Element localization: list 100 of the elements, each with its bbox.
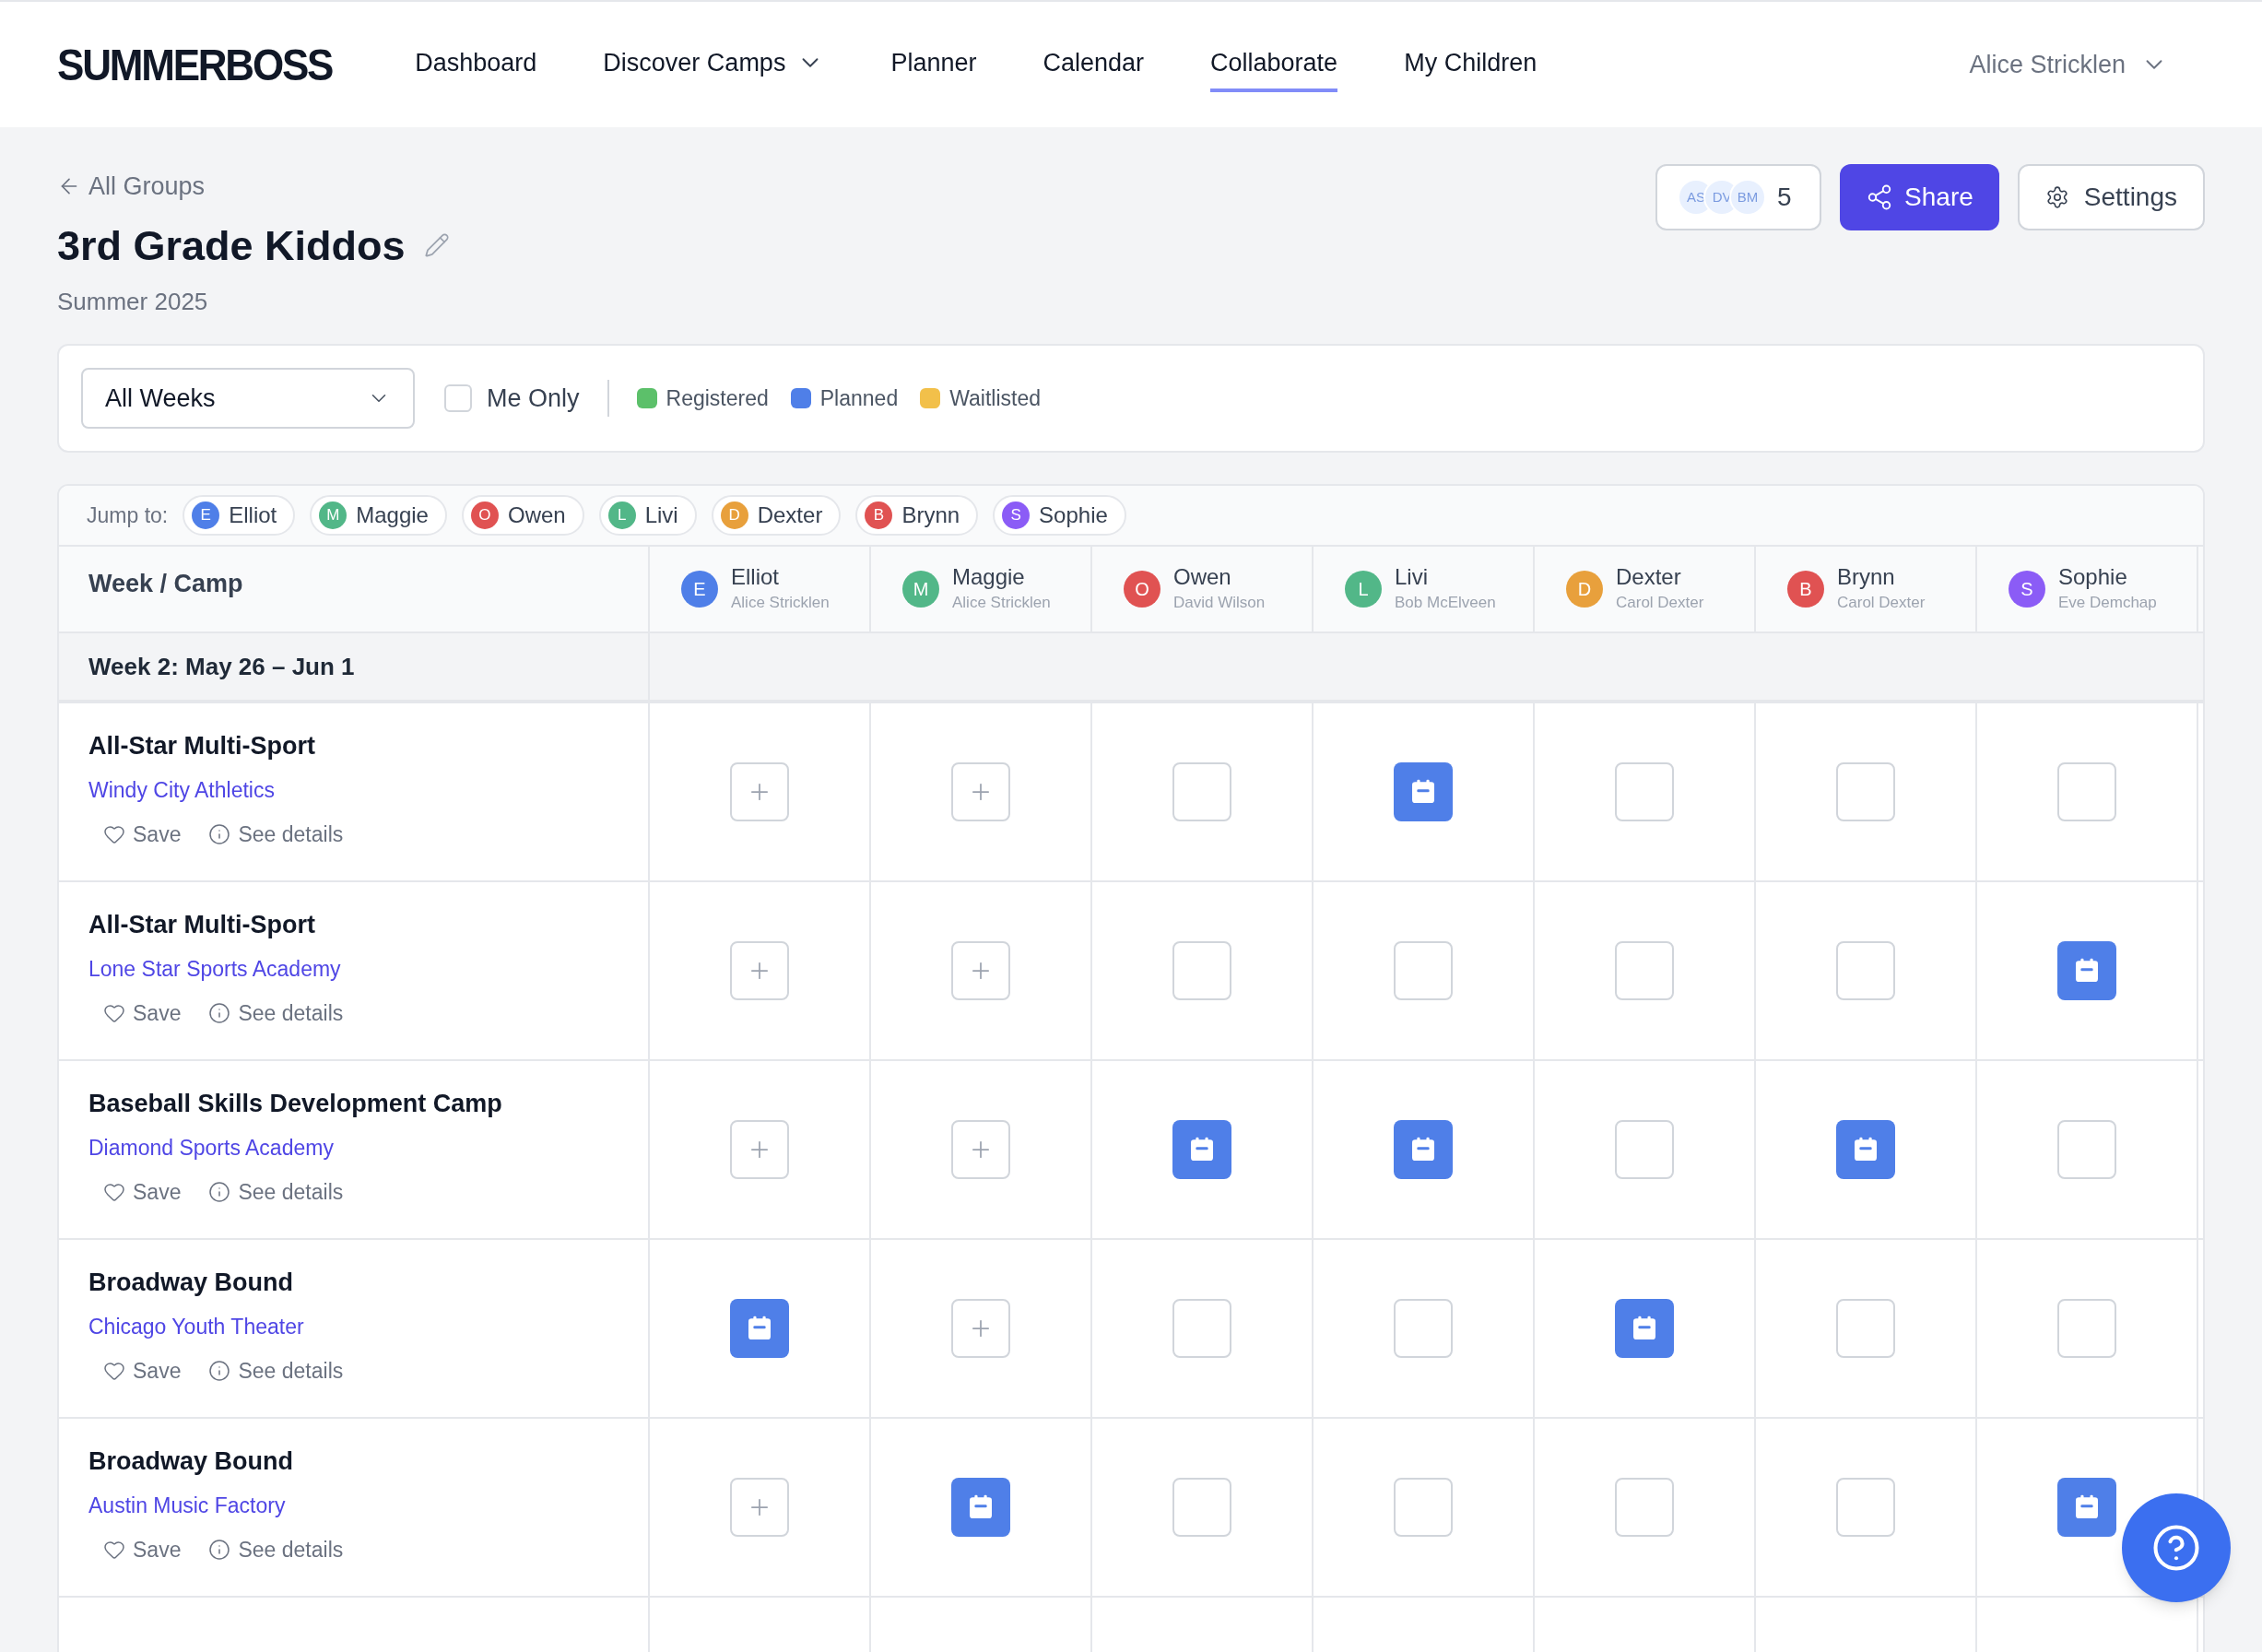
- provider-link[interactable]: Windy City Athletics: [88, 773, 619, 806]
- planned-button[interactable]: [2057, 1478, 2116, 1537]
- checkbox[interactable]: [444, 384, 472, 412]
- planned-button[interactable]: [2057, 941, 2116, 1000]
- planned-button[interactable]: [1836, 1120, 1895, 1179]
- column-header: Week / Camp: [88, 570, 243, 597]
- legend-label: Registered: [666, 384, 769, 412]
- planned-button[interactable]: [730, 1299, 789, 1358]
- child-name: Maggie: [952, 563, 1026, 592]
- empty-slot[interactable]: [1615, 1120, 1674, 1179]
- heart-icon: [103, 1360, 125, 1383]
- season-label: Summer 2025: [57, 287, 209, 317]
- empty-slot[interactable]: [1172, 1478, 1231, 1537]
- heart-icon: [103, 1539, 125, 1562]
- empty-slot[interactable]: [1615, 941, 1674, 1000]
- planned-button[interactable]: [1615, 1299, 1674, 1358]
- avatar-initial: E: [681, 571, 718, 608]
- details-button[interactable]: See details: [208, 1355, 344, 1387]
- empty-slot[interactable]: [1172, 1299, 1231, 1358]
- back-link[interactable]: All Groups: [57, 168, 450, 206]
- child-chip[interactable]: E Elliot: [183, 495, 296, 536]
- avatar-initial: O: [1124, 571, 1160, 608]
- add-button[interactable]: [951, 762, 1010, 821]
- add-button[interactable]: [730, 1120, 789, 1179]
- nav-link[interactable]: Collaborate: [1210, 36, 1338, 93]
- nav-link[interactable]: Calendar: [1043, 36, 1145, 93]
- save-button[interactable]: Save: [103, 819, 182, 851]
- empty-slot[interactable]: [2057, 762, 2116, 821]
- add-button[interactable]: [730, 1478, 789, 1537]
- empty-slot[interactable]: [1394, 941, 1453, 1000]
- avatar-initial: S: [1002, 502, 1031, 529]
- child-chip[interactable]: L Livi: [598, 495, 697, 536]
- save-button[interactable]: Save: [103, 1355, 182, 1387]
- add-button[interactable]: [951, 941, 1010, 1000]
- parent-name: Alice Stricklen: [731, 593, 830, 614]
- empty-slot[interactable]: [1394, 1299, 1453, 1358]
- pencil-icon: [423, 232, 450, 259]
- legend-label: Waitlisted: [949, 384, 1042, 412]
- week-label: Week 2: May 26 – Jun 1: [88, 651, 355, 682]
- details-button[interactable]: See details: [208, 1176, 344, 1209]
- empty-slot[interactable]: [2057, 1299, 2116, 1358]
- provider-link[interactable]: Austin Music Factory: [88, 1489, 619, 1521]
- week-select[interactable]: All Weeks: [81, 368, 415, 429]
- avatar-initial: B: [865, 502, 893, 529]
- add-button[interactable]: [730, 941, 789, 1000]
- child-chip[interactable]: M Maggie: [310, 495, 447, 536]
- info-icon: [208, 1539, 231, 1562]
- checkbox-label: Me Only: [487, 383, 580, 414]
- provider-link[interactable]: Lone Star Sports Academy: [88, 952, 619, 985]
- avatar-initial: O: [470, 502, 499, 529]
- camp-title: All-Star Multi-Sport: [88, 731, 316, 761]
- empty-slot[interactable]: [1836, 1299, 1895, 1358]
- provider-link[interactable]: Chicago Youth Theater: [88, 1310, 619, 1342]
- empty-slot[interactable]: [2057, 1120, 2116, 1179]
- help-icon: [2151, 1523, 2201, 1573]
- info-icon: [208, 1360, 231, 1383]
- save-button[interactable]: Save: [103, 1176, 182, 1209]
- add-button[interactable]: [951, 1299, 1010, 1358]
- add-button[interactable]: [730, 762, 789, 821]
- nav-link[interactable]: Discover Camps: [603, 36, 825, 93]
- user-menu[interactable]: Alice Stricklen: [1969, 45, 2168, 84]
- provider-link[interactable]: Diamond Sports Academy: [88, 1131, 619, 1163]
- details-button[interactable]: See details: [208, 1534, 344, 1566]
- settings-button[interactable]: Settings: [2017, 164, 2205, 230]
- nav-link[interactable]: Planner: [890, 36, 977, 93]
- empty-slot[interactable]: [1836, 1478, 1895, 1537]
- empty-slot[interactable]: [1836, 941, 1895, 1000]
- avatar-initial: B: [1787, 571, 1824, 608]
- nav-link[interactable]: Dashboard: [415, 36, 537, 93]
- logo[interactable]: SUMMERBOSS: [57, 30, 333, 99]
- save-button[interactable]: Save: [103, 997, 182, 1030]
- empty-slot[interactable]: [1615, 762, 1674, 821]
- child-name: Dexter: [1616, 563, 1682, 592]
- camp-title: Broadway Bound: [88, 1268, 294, 1298]
- child-name: Sophie: [2058, 563, 2128, 592]
- share-button[interactable]: Share: [1840, 164, 1999, 230]
- empty-slot[interactable]: [1172, 762, 1231, 821]
- child-chip[interactable]: D Dexter: [711, 495, 842, 536]
- child-chip[interactable]: O Owen: [461, 495, 584, 536]
- camp-title: Baseball Skills Development Camp: [88, 1089, 503, 1119]
- avatar-initial: E: [192, 502, 220, 529]
- details-button[interactable]: See details: [208, 997, 344, 1030]
- add-button[interactable]: [951, 1120, 1010, 1179]
- planned-button[interactable]: [1172, 1120, 1231, 1179]
- empty-slot[interactable]: [1394, 1478, 1453, 1537]
- details-button[interactable]: See details: [208, 819, 344, 851]
- planned-button[interactable]: [1394, 762, 1453, 821]
- avatar-initial: M: [902, 571, 939, 608]
- planned-button[interactable]: [951, 1478, 1010, 1537]
- empty-slot[interactable]: [1615, 1478, 1674, 1537]
- avatar-initial: L: [1345, 571, 1382, 608]
- child-chip[interactable]: B Brynn: [855, 495, 979, 536]
- nav-link[interactable]: My Children: [1404, 36, 1537, 93]
- save-button[interactable]: Save: [103, 1534, 182, 1566]
- child-name: Brynn: [1837, 563, 1896, 592]
- empty-slot[interactable]: [1836, 762, 1895, 821]
- planned-button[interactable]: [1394, 1120, 1453, 1179]
- empty-slot[interactable]: [1172, 941, 1231, 1000]
- child-chip[interactable]: S Sophie: [993, 495, 1126, 536]
- group-title: 3rd Grade Kiddos: [57, 220, 406, 271]
